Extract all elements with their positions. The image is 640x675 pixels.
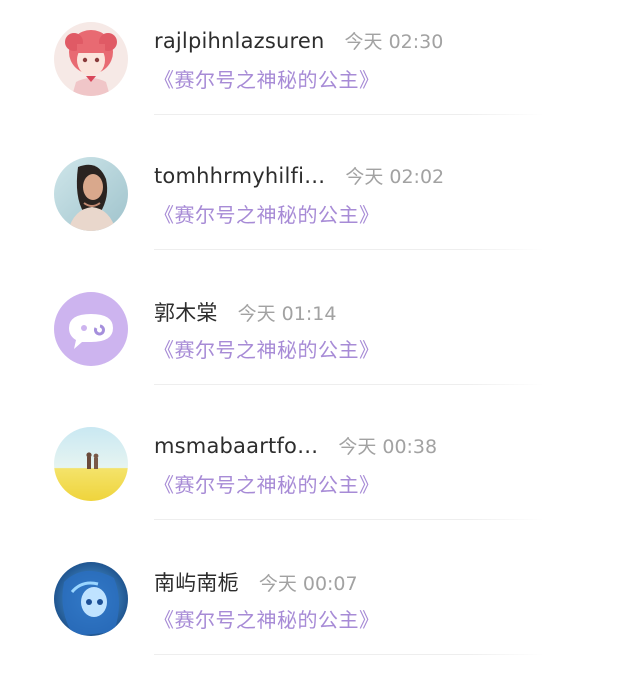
anime-girl-avatar-icon bbox=[54, 22, 128, 96]
comment-meta: rajlpihnlazsuren 今天 02:30 bbox=[154, 27, 443, 57]
comment-meta: tomhhrmyhilfi… 今天 02:02 bbox=[154, 162, 444, 192]
username[interactable]: rajlpihnlazsuren bbox=[154, 29, 325, 53]
list-item[interactable]: tomhhrmyhilfi… 今天 02:02 《赛尔号之神秘的公主》 bbox=[0, 135, 640, 270]
username[interactable]: msmabaartfo… bbox=[154, 434, 318, 458]
avatar[interactable] bbox=[54, 22, 128, 96]
comment-meta: 郭木棠 今天 01:14 bbox=[154, 297, 336, 327]
avatar[interactable] bbox=[54, 157, 128, 231]
list-item[interactable]: msmabaartfo… 今天 00:38 《赛尔号之神秘的公主》 bbox=[0, 405, 640, 540]
book-title-link[interactable]: 《赛尔号之神秘的公主》 bbox=[154, 199, 380, 228]
list-item[interactable]: rajlpihnlazsuren 今天 02:30 《赛尔号之神秘的公主》 bbox=[0, 0, 640, 135]
comment-meta: 南屿南栀 今天 00:07 bbox=[154, 567, 358, 597]
avatar[interactable] bbox=[54, 427, 128, 501]
timestamp: 今天 01:14 bbox=[237, 303, 337, 325]
username[interactable]: 郭木棠 bbox=[154, 297, 218, 327]
landscape-avatar-icon bbox=[54, 427, 128, 501]
timestamp: 今天 00:38 bbox=[338, 436, 438, 458]
book-title-link[interactable]: 《赛尔号之神秘的公主》 bbox=[154, 604, 380, 633]
book-title-link[interactable]: 《赛尔号之神秘的公主》 bbox=[154, 64, 380, 93]
book-title-link[interactable]: 《赛尔号之神秘的公主》 bbox=[154, 334, 380, 363]
comment-list: rajlpihnlazsuren 今天 02:30 《赛尔号之神秘的公主》 to… bbox=[0, 0, 640, 675]
timestamp: 今天 02:30 bbox=[344, 31, 444, 53]
comment-meta: msmabaartfo… 今天 00:38 bbox=[154, 432, 437, 462]
divider bbox=[154, 384, 544, 385]
list-item[interactable]: 郭木棠 今天 01:14 《赛尔号之神秘的公主》 bbox=[0, 270, 640, 405]
photo-avatar-icon bbox=[54, 157, 128, 231]
book-title-link[interactable]: 《赛尔号之神秘的公主》 bbox=[154, 469, 380, 498]
divider bbox=[154, 249, 544, 250]
avatar[interactable] bbox=[54, 292, 128, 366]
blue-anime-avatar-icon bbox=[54, 562, 128, 636]
timestamp: 今天 02:02 bbox=[345, 166, 445, 188]
divider bbox=[154, 114, 544, 115]
username[interactable]: tomhhrmyhilfi… bbox=[154, 164, 325, 188]
divider bbox=[154, 654, 544, 655]
divider bbox=[154, 519, 544, 520]
username[interactable]: 南屿南栀 bbox=[154, 567, 239, 597]
avatar[interactable] bbox=[54, 562, 128, 636]
timestamp: 今天 00:07 bbox=[258, 573, 358, 595]
default-chat-avatar-icon bbox=[54, 292, 128, 366]
list-item[interactable]: 南屿南栀 今天 00:07 《赛尔号之神秘的公主》 bbox=[0, 540, 640, 675]
